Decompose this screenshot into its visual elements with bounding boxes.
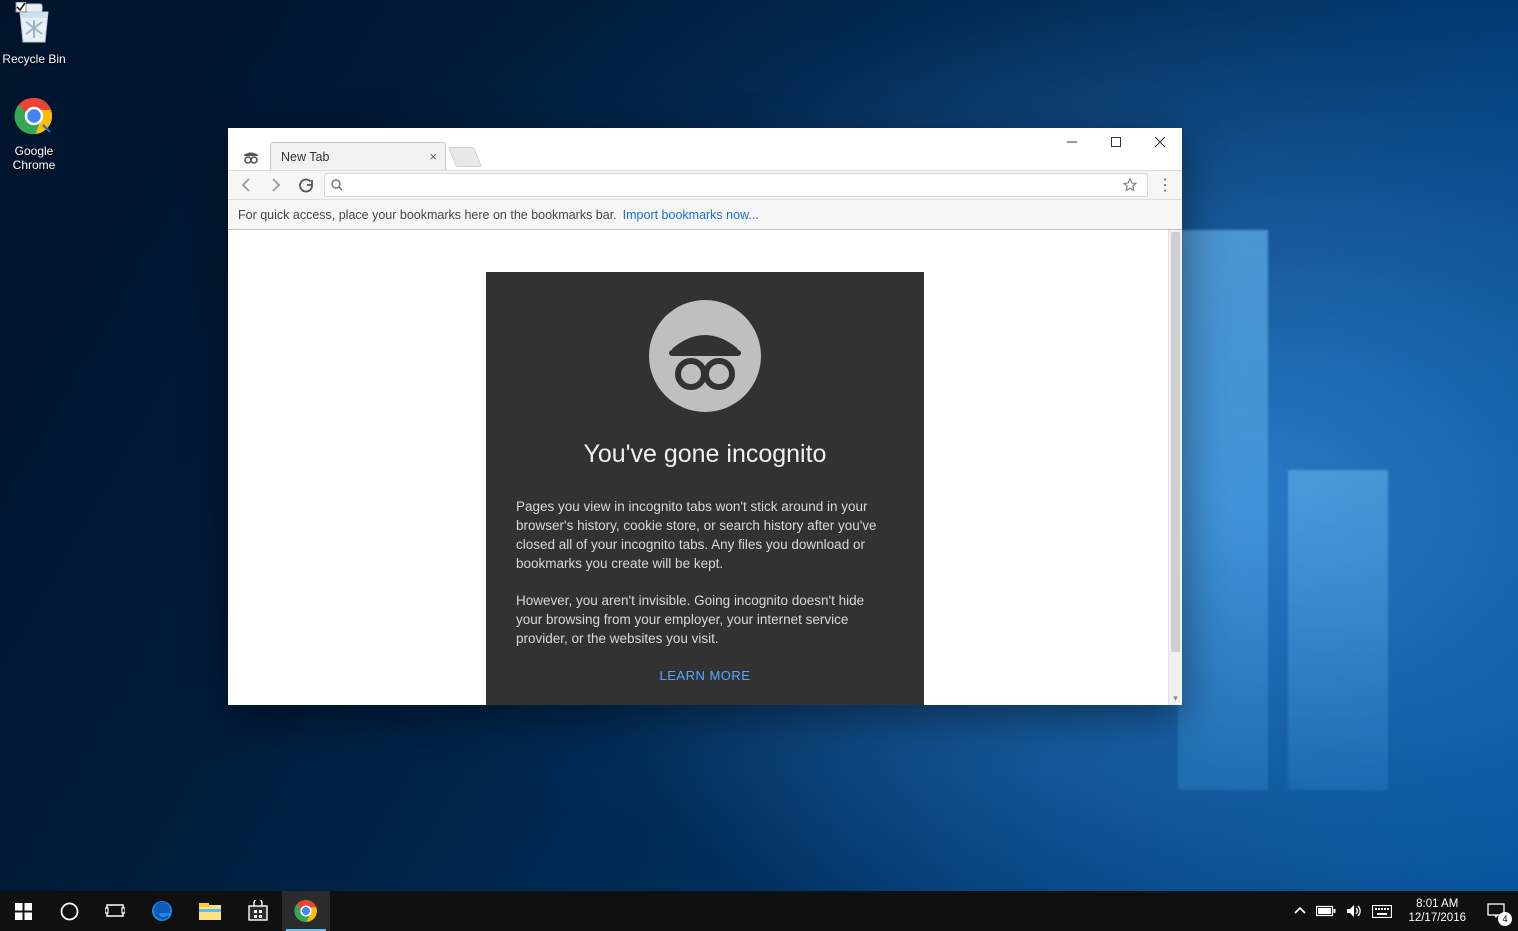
cortana-button[interactable]	[46, 891, 92, 931]
import-bookmarks-link[interactable]: Import bookmarks now...	[623, 208, 759, 222]
notification-badge: 4	[1498, 912, 1512, 926]
desktop-icon-recycle-bin[interactable]: Recycle Bin	[0, 0, 72, 66]
chrome-menu-button[interactable]: ⋮	[1154, 174, 1176, 196]
taskbar-app-chrome[interactable]	[282, 891, 330, 931]
desktop-icon-label: Google Chrome	[0, 144, 72, 172]
incognito-paragraph-2: However, you aren't invisible. Going inc…	[516, 591, 894, 648]
bookmarks-bar[interactable]: For quick access, place your bookmarks h…	[228, 200, 1182, 230]
desktop-icon-google-chrome[interactable]: Google Chrome	[0, 92, 72, 172]
recycle-bin-icon	[10, 0, 58, 48]
forward-button[interactable]	[264, 173, 288, 197]
incognito-indicator-icon	[238, 144, 264, 170]
bookmarks-hint-text: For quick access, place your bookmarks h…	[238, 208, 617, 222]
learn-more-link[interactable]: LEARN MORE	[516, 668, 894, 683]
bookmark-star-button[interactable]	[1119, 174, 1141, 196]
volume-icon[interactable]	[1346, 904, 1362, 918]
browser-tab[interactable]: New Tab ×	[270, 142, 446, 170]
tab-close-button[interactable]: ×	[429, 149, 437, 164]
battery-icon[interactable]	[1316, 905, 1336, 917]
task-view-button[interactable]	[92, 891, 138, 931]
windows-taskbar: 8:01 AM 12/17/2016 4	[0, 891, 1518, 931]
taskbar-app-store[interactable]	[234, 891, 282, 931]
clock-time: 8:01 AM	[1408, 897, 1466, 911]
incognito-title: You've gone incognito	[516, 440, 894, 469]
chrome-icon	[10, 92, 58, 140]
keyboard-icon[interactable]	[1372, 905, 1392, 918]
incognito-paragraph-1: Pages you view in incognito tabs won't s…	[516, 497, 894, 573]
address-bar[interactable]	[324, 173, 1148, 197]
taskbar-clock[interactable]: 8:01 AM 12/17/2016	[1402, 897, 1472, 925]
browser-toolbar: ⋮	[228, 170, 1182, 200]
tray-overflow-button[interactable]	[1294, 905, 1306, 917]
search-icon	[331, 179, 343, 191]
start-button[interactable]	[0, 891, 46, 931]
scrollbar-down-arrow[interactable]: ▾	[1169, 691, 1182, 705]
system-tray: 8:01 AM 12/17/2016 4	[1286, 891, 1518, 931]
window-titlebar[interactable]: New Tab ×	[228, 128, 1182, 170]
browser-viewport[interactable]: You've gone incognito Pages you view in …	[228, 230, 1182, 705]
taskbar-app-file-explorer[interactable]	[186, 891, 234, 931]
tab-title: New Tab	[281, 150, 329, 164]
incognito-icon	[649, 300, 761, 412]
taskbar-app-edge[interactable]	[138, 891, 186, 931]
action-center-button[interactable]: 4	[1482, 897, 1510, 925]
wallpaper-light	[1178, 230, 1268, 790]
window-minimize-button[interactable]	[1050, 128, 1094, 156]
vertical-scrollbar[interactable]: ▾	[1168, 230, 1182, 705]
desktop-icon-label: Recycle Bin	[0, 52, 72, 66]
taskbar-spacer	[330, 891, 1286, 931]
wallpaper-light	[1288, 470, 1388, 790]
clock-date: 12/17/2016	[1408, 911, 1466, 925]
back-button[interactable]	[234, 173, 258, 197]
incognito-info-card: You've gone incognito Pages you view in …	[486, 272, 924, 705]
omnibox-input[interactable]	[349, 178, 1113, 193]
window-maximize-button[interactable]	[1094, 128, 1138, 156]
new-tab-button[interactable]	[448, 147, 482, 167]
scrollbar-thumb[interactable]	[1171, 232, 1180, 652]
window-close-button[interactable]	[1138, 128, 1182, 156]
reload-button[interactable]	[294, 173, 318, 197]
chrome-window: New Tab ×	[228, 128, 1182, 705]
